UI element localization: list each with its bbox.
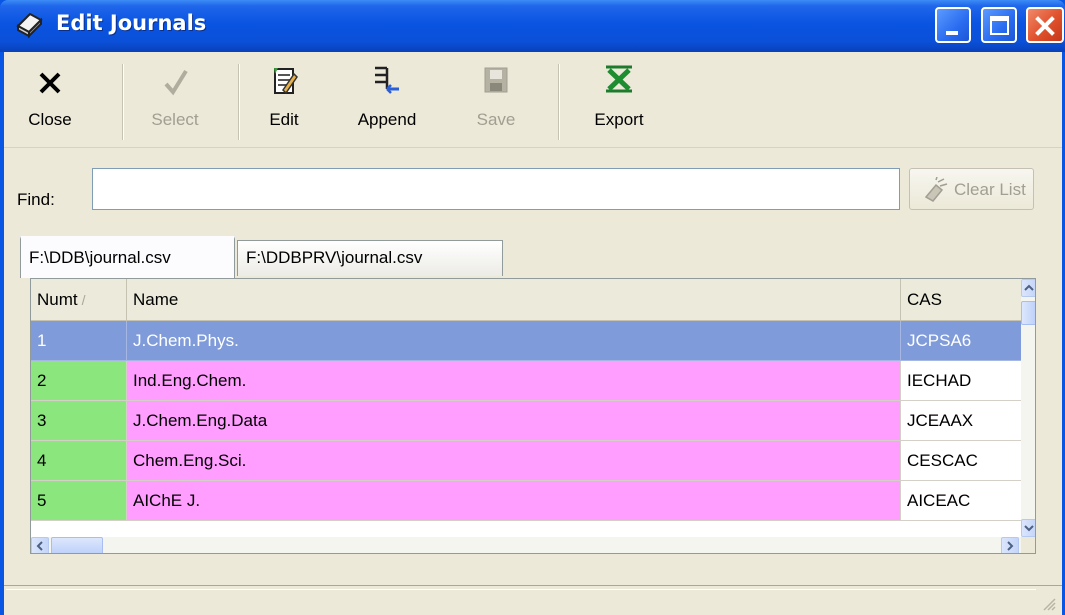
cell-cas: JCEAAX bbox=[901, 401, 1023, 441]
journal-icon bbox=[16, 12, 43, 39]
clear-list-button[interactable]: Clear List bbox=[909, 168, 1034, 210]
edit-button[interactable]: Edit bbox=[244, 58, 324, 146]
append-icon bbox=[375, 66, 399, 94]
client-area: Close Select Edit Append Save Export Fin… bbox=[4, 52, 1062, 615]
table-row[interactable]: 5 AIChE J. AICEAC bbox=[31, 481, 1023, 521]
edit-icon bbox=[274, 68, 298, 95]
table-row[interactable]: 4 Chem.Eng.Sci. CESCAC bbox=[31, 441, 1023, 481]
cell-name: AIChE J. bbox=[127, 481, 901, 521]
save-button[interactable]: Save bbox=[462, 58, 530, 146]
append-button[interactable]: Append bbox=[327, 58, 447, 146]
toolbar-separator bbox=[238, 64, 240, 140]
toolbar: Close Select Edit Append Save Export bbox=[4, 52, 1062, 148]
find-label: Find: bbox=[17, 190, 55, 209]
close-button-label: Close bbox=[28, 110, 72, 129]
cell-number: 1 bbox=[31, 321, 127, 361]
chevron-up-icon bbox=[1024, 284, 1034, 291]
scroll-right-button[interactable] bbox=[1001, 537, 1019, 553]
minimize-button[interactable] bbox=[935, 7, 971, 43]
select-button[interactable]: Select bbox=[130, 58, 220, 146]
cell-number: 2 bbox=[31, 361, 127, 401]
minimize-icon bbox=[946, 31, 958, 35]
close-icon bbox=[1035, 16, 1055, 36]
column-header-number-label: Numt bbox=[37, 290, 78, 309]
toolbar-separator bbox=[122, 64, 124, 140]
cell-cas: AICEAC bbox=[901, 481, 1023, 521]
export-button-label: Export bbox=[594, 110, 644, 129]
cell-number: 4 bbox=[31, 441, 127, 481]
table-row[interactable]: 3 J.Chem.Eng.Data JCEAAX bbox=[31, 401, 1023, 441]
x-icon bbox=[39, 72, 61, 94]
sort-indicator: / bbox=[81, 292, 86, 308]
excel-icon bbox=[606, 65, 632, 93]
scroll-down-button[interactable] bbox=[1021, 519, 1035, 537]
clear-list-label: Clear List bbox=[954, 180, 1026, 199]
grid-header: Numt / Name CAS bbox=[31, 279, 1023, 321]
resize-grip-icon[interactable] bbox=[1040, 595, 1056, 611]
maximize-icon bbox=[990, 16, 1009, 35]
tab-ddb-journal[interactable]: F:\DDB\journal.csv bbox=[20, 236, 235, 278]
table-row[interactable]: 1 J.Chem.Phys. JCPSA6 bbox=[31, 321, 1023, 361]
maximize-button[interactable] bbox=[981, 7, 1017, 43]
column-header-name-label: Name bbox=[133, 290, 179, 309]
append-button-label: Append bbox=[357, 110, 417, 129]
column-header-name[interactable]: Name bbox=[127, 279, 901, 321]
select-button-label: Select bbox=[151, 110, 199, 129]
find-input[interactable] bbox=[92, 168, 900, 210]
edit-journals-window: Edit Journals Close Select Edit Append S… bbox=[0, 0, 1065, 615]
cell-number: 3 bbox=[31, 401, 127, 441]
scroll-corner bbox=[1021, 537, 1035, 553]
table-row[interactable]: 2 Ind.Eng.Chem. IECHAD bbox=[31, 361, 1023, 401]
vertical-scroll-thumb[interactable] bbox=[1021, 301, 1035, 325]
floppy-icon bbox=[484, 67, 508, 93]
horizontal-scrollbar[interactable] bbox=[31, 537, 1021, 553]
title-bar[interactable]: Edit Journals bbox=[0, 0, 1065, 52]
chevron-down-icon bbox=[1024, 525, 1034, 532]
close-button[interactable]: Close bbox=[10, 58, 90, 146]
vertical-scrollbar[interactable] bbox=[1021, 279, 1035, 537]
edit-button-label: Edit bbox=[269, 110, 299, 129]
cell-name: J.Chem.Phys. bbox=[127, 321, 901, 361]
tab-ddbprv-journal[interactable]: F:\DDBPRV\journal.csv bbox=[237, 240, 503, 276]
scroll-left-button[interactable] bbox=[31, 537, 49, 553]
chevron-right-icon bbox=[1007, 541, 1014, 551]
cell-name: J.Chem.Eng.Data bbox=[127, 401, 901, 441]
column-header-number[interactable]: Numt / bbox=[31, 279, 127, 321]
horizontal-scroll-thumb[interactable] bbox=[51, 537, 103, 553]
column-header-cas[interactable]: CAS bbox=[901, 279, 1023, 321]
cell-name: Chem.Eng.Sci. bbox=[127, 441, 901, 481]
close-window-button[interactable] bbox=[1026, 7, 1064, 43]
cell-number: 5 bbox=[31, 481, 127, 521]
cell-cas: IECHAD bbox=[901, 361, 1023, 401]
eraser-icon bbox=[924, 177, 948, 202]
chevron-left-icon bbox=[36, 541, 43, 551]
checkmark-icon bbox=[164, 69, 188, 96]
save-button-label: Save bbox=[476, 110, 516, 129]
export-button[interactable]: Export bbox=[576, 58, 662, 146]
window-title: Edit Journals bbox=[56, 11, 207, 35]
scroll-up-button[interactable] bbox=[1021, 279, 1035, 297]
cell-cas: CESCAC bbox=[901, 441, 1023, 481]
status-panel bbox=[6, 589, 1036, 590]
journal-grid: Numt / Name CAS 1 J.Chem.Phys. JCPSA6 2 I… bbox=[30, 278, 1036, 554]
file-tabs: F:\DDB\journal.csv F:\DDBPRV\journal.csv bbox=[20, 236, 1040, 278]
cell-cas: JCPSA6 bbox=[901, 321, 1023, 361]
status-bar bbox=[4, 585, 1062, 615]
toolbar-separator bbox=[558, 64, 560, 140]
cell-name: Ind.Eng.Chem. bbox=[127, 361, 901, 401]
column-header-cas-label: CAS bbox=[907, 290, 942, 309]
